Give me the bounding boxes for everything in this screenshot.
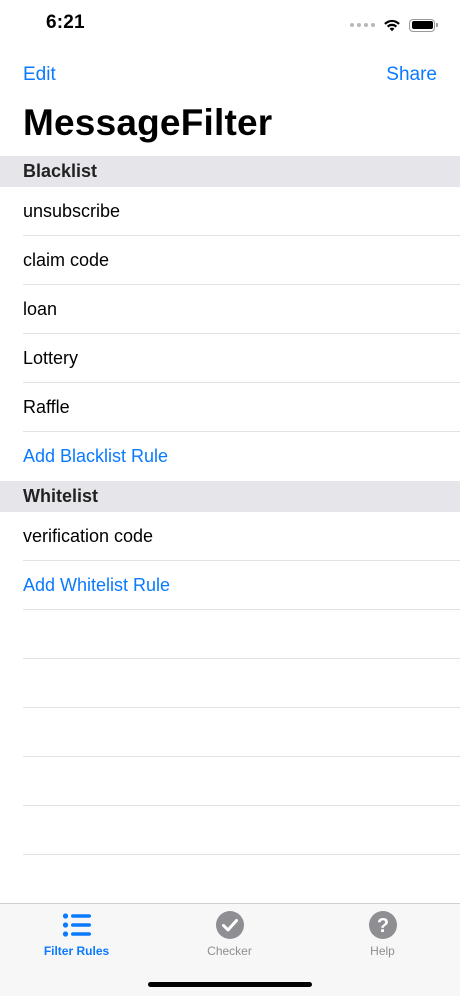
list-icon [62, 910, 92, 940]
tab-filter-rules[interactable]: Filter Rules [0, 910, 153, 966]
battery-icon [409, 18, 438, 32]
empty-row [0, 708, 460, 757]
wifi-icon [384, 19, 400, 32]
section-header-whitelist: Whitelist [0, 481, 460, 512]
add-whitelist-rule-button[interactable]: Add Whitelist Rule [0, 561, 460, 610]
whitelist-rule-row[interactable]: verification code [0, 512, 460, 561]
empty-row [0, 855, 460, 904]
empty-row [0, 659, 460, 708]
blacklist-rule-row[interactable]: unsubscribe [0, 187, 460, 236]
empty-row [0, 757, 460, 806]
question-circle-icon: ? [368, 910, 398, 940]
tab-checker[interactable]: Checker [153, 910, 306, 966]
edit-button[interactable]: Edit [23, 64, 56, 86]
blacklist-rule-row[interactable]: Raffle [0, 383, 460, 432]
svg-text:?: ? [376, 915, 388, 937]
home-indicator[interactable] [148, 982, 312, 987]
tab-filter-rules-label: Filter Rules [43, 944, 110, 958]
rules-list: Blacklist unsubscribe claim code loan Lo… [0, 156, 460, 904]
cellular-signal-icon [350, 23, 375, 27]
tab-help[interactable]: ? Help [306, 910, 459, 966]
blacklist-rule-row[interactable]: claim code [0, 236, 460, 285]
tab-checker-label: Checker [207, 944, 252, 958]
status-bar: 6:21 [0, 0, 460, 52]
share-button[interactable]: Share [386, 64, 437, 86]
status-time: 6:21 [46, 12, 85, 33]
blacklist-rule-row[interactable]: Lottery [0, 334, 460, 383]
empty-row [0, 806, 460, 855]
checkmark-circle-icon [215, 910, 245, 940]
blacklist-rule-row[interactable]: loan [0, 285, 460, 334]
tab-help-label: Help [370, 944, 395, 958]
status-indicators [350, 16, 438, 34]
section-header-blacklist: Blacklist [0, 156, 460, 187]
page-title: MessageFilter [23, 102, 273, 143]
tab-bar: Filter Rules Checker ? Help [0, 903, 460, 996]
navigation-bar: Edit Share [0, 56, 460, 92]
empty-row [0, 610, 460, 659]
add-blacklist-rule-button[interactable]: Add Blacklist Rule [0, 432, 460, 481]
